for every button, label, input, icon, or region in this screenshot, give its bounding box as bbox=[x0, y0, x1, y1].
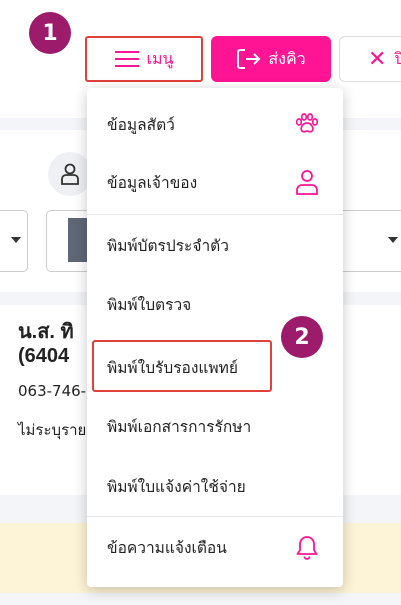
menu-item-owner-info[interactable]: ข้อมูลเจ้าของ bbox=[87, 154, 343, 210]
menu-item-label: พิมพ์ใบตรวจ bbox=[107, 295, 192, 314]
menu-item-print-invoice[interactable]: พิมพ์ใบแจ้งค่าใช้จ่าย bbox=[87, 458, 343, 514]
callout-badge-2: 2 bbox=[281, 316, 323, 358]
close-icon: ✕ bbox=[368, 46, 387, 72]
menu-button[interactable]: เมนู bbox=[85, 36, 203, 82]
callout-badge-1: 1 bbox=[29, 12, 71, 54]
menu-item-label: พิมพ์เอกสารการรักษา bbox=[107, 417, 252, 436]
menu-divider bbox=[87, 214, 343, 215]
highlight-box-medical-certificate bbox=[92, 340, 272, 392]
menu-button-label: เมนู bbox=[146, 48, 174, 68]
logout-arrow-icon bbox=[237, 49, 261, 69]
close-button[interactable]: ✕ ปิ bbox=[339, 36, 401, 82]
bell-icon bbox=[293, 533, 321, 561]
left-select[interactable] bbox=[0, 210, 28, 272]
menu-divider bbox=[87, 516, 343, 517]
menu-item-print-treatment-docs[interactable]: พิมพ์เอกสารการรักษา bbox=[87, 398, 343, 454]
menu-item-label: พิมพ์บัตรประจำตัว bbox=[107, 236, 229, 255]
paw-icon bbox=[293, 110, 321, 138]
send-queue-button[interactable]: ส่งคิว bbox=[211, 36, 331, 82]
chevron-down-icon bbox=[388, 237, 398, 243]
person-icon bbox=[293, 168, 321, 196]
doctor-icon bbox=[48, 152, 92, 196]
patient-name: น.ส. ทิ (6404 bbox=[18, 321, 74, 367]
menu-item-notifications[interactable]: ข้อความแจ้งเตือน bbox=[87, 519, 343, 575]
hamburger-icon bbox=[114, 51, 139, 67]
send-queue-label: ส่งคิว bbox=[268, 48, 306, 68]
menu-item-print-id-card[interactable]: พิมพ์บัตรประจำตัว bbox=[87, 217, 343, 273]
patient-note: ไม่ระบุราย bbox=[18, 421, 87, 439]
menu-item-label: ข้อความแจ้งเตือน bbox=[107, 538, 227, 557]
menu-item-label: พิมพ์ใบแจ้งค่าใช้จ่าย bbox=[107, 477, 246, 496]
menu-item-label: ข้อมูลสัตว์ bbox=[107, 115, 175, 134]
menu-item-animal-info[interactable]: ข้อมูลสัตว์ bbox=[87, 96, 343, 152]
patient-phone: 063-746- bbox=[18, 382, 87, 400]
menu-item-label: ข้อมูลเจ้าของ bbox=[107, 173, 198, 192]
close-button-label: ปิ bbox=[394, 48, 401, 68]
